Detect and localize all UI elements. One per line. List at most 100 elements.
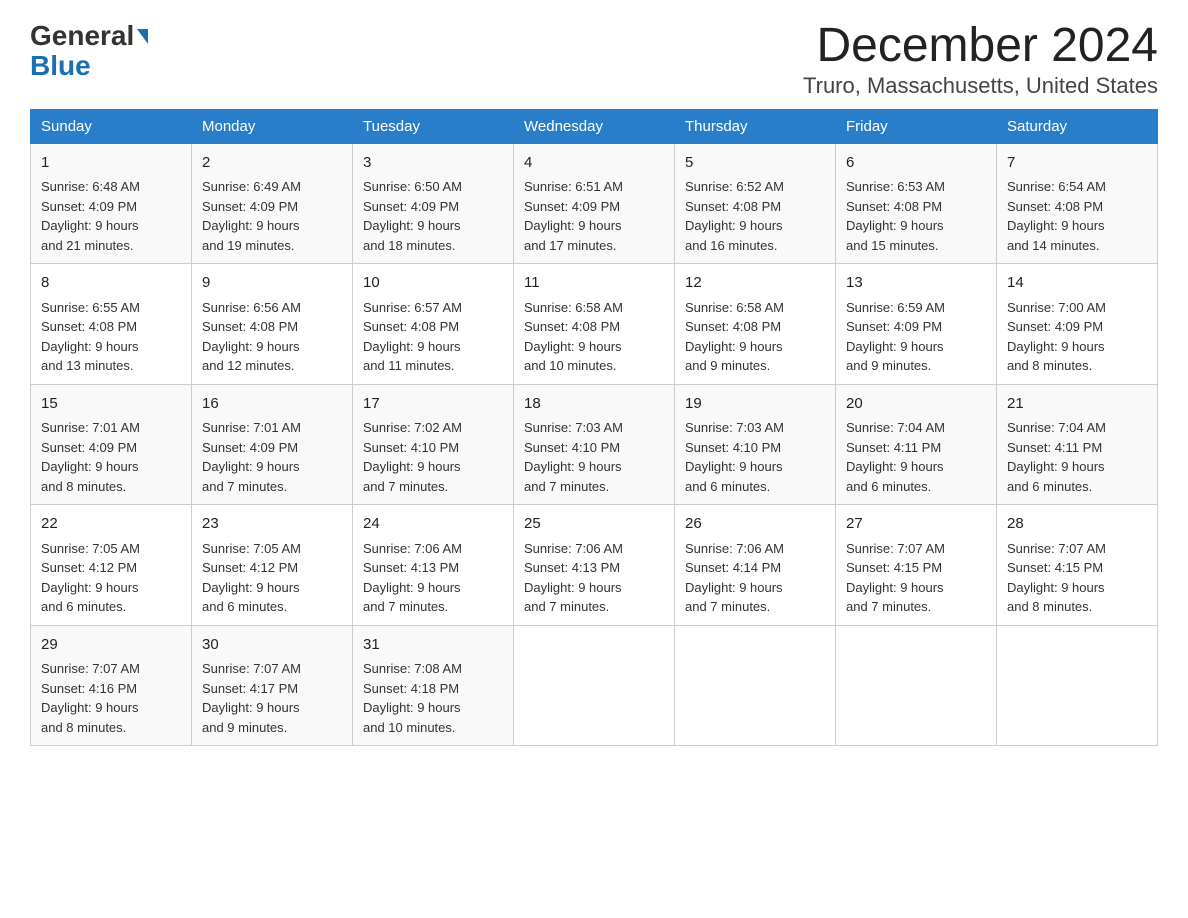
day-cell: 4 Sunrise: 6:51 AMSunset: 4:09 PMDayligh… — [514, 143, 675, 264]
title-block: December 2024 Truro, Massachusetts, Unit… — [803, 20, 1158, 99]
day-info: Sunrise: 6:59 AMSunset: 4:09 PMDaylight:… — [846, 300, 945, 374]
day-info: Sunrise: 7:05 AMSunset: 4:12 PMDaylight:… — [202, 541, 301, 615]
day-number: 27 — [846, 513, 986, 536]
day-cell: 13 Sunrise: 6:59 AMSunset: 4:09 PMDaylig… — [836, 264, 997, 385]
day-info: Sunrise: 7:06 AMSunset: 4:14 PMDaylight:… — [685, 541, 784, 615]
day-info: Sunrise: 6:52 AMSunset: 4:08 PMDaylight:… — [685, 179, 784, 253]
day-info: Sunrise: 7:05 AMSunset: 4:12 PMDaylight:… — [41, 541, 140, 615]
day-number: 13 — [846, 272, 986, 295]
day-info: Sunrise: 7:07 AMSunset: 4:16 PMDaylight:… — [41, 661, 140, 735]
week-row-4: 22 Sunrise: 7:05 AMSunset: 4:12 PMDaylig… — [31, 505, 1158, 626]
day-number: 16 — [202, 393, 342, 416]
logo-blue-text: Blue — [30, 50, 91, 82]
day-info: Sunrise: 7:08 AMSunset: 4:18 PMDaylight:… — [363, 661, 462, 735]
day-info: Sunrise: 7:02 AMSunset: 4:10 PMDaylight:… — [363, 420, 462, 494]
day-number: 30 — [202, 634, 342, 657]
day-number: 18 — [524, 393, 664, 416]
day-number: 1 — [41, 152, 181, 175]
day-cell: 19 Sunrise: 7:03 AMSunset: 4:10 PMDaylig… — [675, 384, 836, 505]
logo-triangle-icon — [137, 29, 148, 44]
day-info: Sunrise: 7:04 AMSunset: 4:11 PMDaylight:… — [846, 420, 945, 494]
logo: General Blue — [30, 20, 148, 82]
col-header-tuesday: Tuesday — [353, 109, 514, 143]
page-title: December 2024 — [803, 20, 1158, 73]
day-cell — [997, 625, 1158, 746]
day-cell: 9 Sunrise: 6:56 AMSunset: 4:08 PMDayligh… — [192, 264, 353, 385]
day-number: 4 — [524, 152, 664, 175]
day-cell: 16 Sunrise: 7:01 AMSunset: 4:09 PMDaylig… — [192, 384, 353, 505]
week-row-3: 15 Sunrise: 7:01 AMSunset: 4:09 PMDaylig… — [31, 384, 1158, 505]
day-info: Sunrise: 7:01 AMSunset: 4:09 PMDaylight:… — [202, 420, 301, 494]
day-info: Sunrise: 6:53 AMSunset: 4:08 PMDaylight:… — [846, 179, 945, 253]
day-cell: 17 Sunrise: 7:02 AMSunset: 4:10 PMDaylig… — [353, 384, 514, 505]
col-header-monday: Monday — [192, 109, 353, 143]
day-number: 8 — [41, 272, 181, 295]
col-header-thursday: Thursday — [675, 109, 836, 143]
col-header-wednesday: Wednesday — [514, 109, 675, 143]
day-info: Sunrise: 6:54 AMSunset: 4:08 PMDaylight:… — [1007, 179, 1106, 253]
day-info: Sunrise: 7:06 AMSunset: 4:13 PMDaylight:… — [524, 541, 623, 615]
col-header-friday: Friday — [836, 109, 997, 143]
day-number: 31 — [363, 634, 503, 657]
day-info: Sunrise: 6:58 AMSunset: 4:08 PMDaylight:… — [524, 300, 623, 374]
day-cell: 15 Sunrise: 7:01 AMSunset: 4:09 PMDaylig… — [31, 384, 192, 505]
day-number: 7 — [1007, 152, 1147, 175]
day-info: Sunrise: 7:03 AMSunset: 4:10 PMDaylight:… — [685, 420, 784, 494]
day-cell: 14 Sunrise: 7:00 AMSunset: 4:09 PMDaylig… — [997, 264, 1158, 385]
day-number: 10 — [363, 272, 503, 295]
day-cell: 28 Sunrise: 7:07 AMSunset: 4:15 PMDaylig… — [997, 505, 1158, 626]
day-cell: 10 Sunrise: 6:57 AMSunset: 4:08 PMDaylig… — [353, 264, 514, 385]
day-cell: 2 Sunrise: 6:49 AMSunset: 4:09 PMDayligh… — [192, 143, 353, 264]
day-info: Sunrise: 6:49 AMSunset: 4:09 PMDaylight:… — [202, 179, 301, 253]
page-subtitle: Truro, Massachusetts, United States — [803, 73, 1158, 99]
day-cell: 12 Sunrise: 6:58 AMSunset: 4:08 PMDaylig… — [675, 264, 836, 385]
day-number: 3 — [363, 152, 503, 175]
week-row-1: 1 Sunrise: 6:48 AMSunset: 4:09 PMDayligh… — [31, 143, 1158, 264]
page-header: General Blue December 2024 Truro, Massac… — [30, 20, 1158, 99]
day-info: Sunrise: 7:07 AMSunset: 4:17 PMDaylight:… — [202, 661, 301, 735]
day-cell: 26 Sunrise: 7:06 AMSunset: 4:14 PMDaylig… — [675, 505, 836, 626]
day-cell: 6 Sunrise: 6:53 AMSunset: 4:08 PMDayligh… — [836, 143, 997, 264]
calendar-table: SundayMondayTuesdayWednesdayThursdayFrid… — [30, 109, 1158, 747]
day-info: Sunrise: 6:55 AMSunset: 4:08 PMDaylight:… — [41, 300, 140, 374]
day-number: 23 — [202, 513, 342, 536]
day-cell: 25 Sunrise: 7:06 AMSunset: 4:13 PMDaylig… — [514, 505, 675, 626]
day-number: 26 — [685, 513, 825, 536]
day-cell: 22 Sunrise: 7:05 AMSunset: 4:12 PMDaylig… — [31, 505, 192, 626]
day-cell: 24 Sunrise: 7:06 AMSunset: 4:13 PMDaylig… — [353, 505, 514, 626]
day-info: Sunrise: 7:07 AMSunset: 4:15 PMDaylight:… — [846, 541, 945, 615]
day-number: 5 — [685, 152, 825, 175]
day-number: 24 — [363, 513, 503, 536]
day-cell: 23 Sunrise: 7:05 AMSunset: 4:12 PMDaylig… — [192, 505, 353, 626]
day-cell: 21 Sunrise: 7:04 AMSunset: 4:11 PMDaylig… — [997, 384, 1158, 505]
day-cell: 29 Sunrise: 7:07 AMSunset: 4:16 PMDaylig… — [31, 625, 192, 746]
day-cell: 11 Sunrise: 6:58 AMSunset: 4:08 PMDaylig… — [514, 264, 675, 385]
day-cell: 3 Sunrise: 6:50 AMSunset: 4:09 PMDayligh… — [353, 143, 514, 264]
day-info: Sunrise: 7:07 AMSunset: 4:15 PMDaylight:… — [1007, 541, 1106, 615]
day-cell — [514, 625, 675, 746]
day-cell: 20 Sunrise: 7:04 AMSunset: 4:11 PMDaylig… — [836, 384, 997, 505]
day-info: Sunrise: 6:48 AMSunset: 4:09 PMDaylight:… — [41, 179, 140, 253]
day-info: Sunrise: 7:06 AMSunset: 4:13 PMDaylight:… — [363, 541, 462, 615]
day-info: Sunrise: 6:51 AMSunset: 4:09 PMDaylight:… — [524, 179, 623, 253]
day-number: 6 — [846, 152, 986, 175]
day-info: Sunrise: 7:01 AMSunset: 4:09 PMDaylight:… — [41, 420, 140, 494]
day-cell: 18 Sunrise: 7:03 AMSunset: 4:10 PMDaylig… — [514, 384, 675, 505]
day-cell: 7 Sunrise: 6:54 AMSunset: 4:08 PMDayligh… — [997, 143, 1158, 264]
day-cell: 27 Sunrise: 7:07 AMSunset: 4:15 PMDaylig… — [836, 505, 997, 626]
day-cell: 30 Sunrise: 7:07 AMSunset: 4:17 PMDaylig… — [192, 625, 353, 746]
day-info: Sunrise: 7:03 AMSunset: 4:10 PMDaylight:… — [524, 420, 623, 494]
day-number: 9 — [202, 272, 342, 295]
day-info: Sunrise: 6:57 AMSunset: 4:08 PMDaylight:… — [363, 300, 462, 374]
day-number: 25 — [524, 513, 664, 536]
week-row-5: 29 Sunrise: 7:07 AMSunset: 4:16 PMDaylig… — [31, 625, 1158, 746]
day-cell: 8 Sunrise: 6:55 AMSunset: 4:08 PMDayligh… — [31, 264, 192, 385]
week-row-2: 8 Sunrise: 6:55 AMSunset: 4:08 PMDayligh… — [31, 264, 1158, 385]
day-number: 11 — [524, 272, 664, 295]
day-info: Sunrise: 7:00 AMSunset: 4:09 PMDaylight:… — [1007, 300, 1106, 374]
day-number: 14 — [1007, 272, 1147, 295]
day-info: Sunrise: 7:04 AMSunset: 4:11 PMDaylight:… — [1007, 420, 1106, 494]
day-number: 2 — [202, 152, 342, 175]
day-info: Sunrise: 6:50 AMSunset: 4:09 PMDaylight:… — [363, 179, 462, 253]
day-number: 22 — [41, 513, 181, 536]
